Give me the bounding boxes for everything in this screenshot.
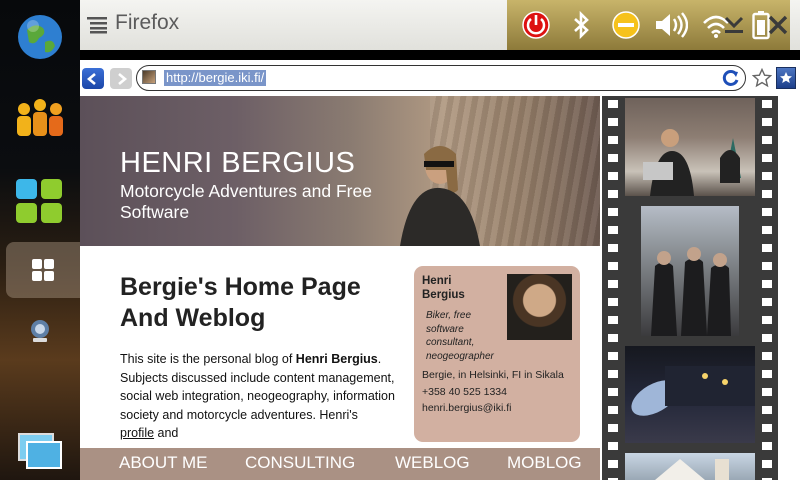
profile-card: Henri Bergius Biker, free software consu… [414, 266, 580, 442]
card-tagline: Biker, free software consultant, neogeog… [426, 310, 494, 362]
connectivity-icon[interactable] [0, 314, 80, 348]
star-icon[interactable] [752, 68, 772, 88]
web-page: HENRI BERGIUS Motorcycle Adventures and … [80, 96, 800, 480]
url-text[interactable]: http://bergie.iki.fi/ [164, 70, 267, 86]
card-location: Bergie, in Helsinki, FI in Sikala [422, 369, 564, 381]
avatar [507, 274, 572, 340]
task-switcher-icon[interactable] [0, 426, 80, 474]
apps-icon[interactable] [0, 174, 80, 228]
bluetooth-icon [563, 7, 599, 43]
nav-consulting[interactable]: CONSULTING [245, 453, 355, 473]
contacts-icon[interactable] [0, 92, 80, 142]
filmstrip-photo[interactable] [625, 453, 755, 480]
card-email[interactable]: henri.bergius@iki.fi [422, 400, 577, 417]
profile-link[interactable]: profile [120, 426, 154, 440]
site-subtitle: Motorcycle Adventures and Free Software [120, 181, 372, 222]
filmstrip-photo[interactable] [641, 206, 739, 336]
forward-button[interactable] [110, 68, 132, 89]
close-icon[interactable] [762, 9, 794, 41]
intro-text: and [154, 426, 179, 440]
nav-about-me[interactable]: ABOUT ME [119, 453, 207, 473]
url-input[interactable]: http://bergie.iki.fi/ [136, 65, 746, 91]
navigation-bar: http://bergie.iki.fi/ [80, 60, 800, 96]
chevron-down-icon[interactable] [718, 9, 750, 41]
power-icon [518, 7, 554, 43]
globe-icon[interactable] [0, 10, 80, 64]
filmstrip-photo[interactable] [625, 98, 755, 196]
title-bar: Firefox [80, 0, 800, 50]
intro-paragraph: This site is the personal blog of Henri … [120, 350, 395, 443]
window-controls [710, 0, 800, 50]
site-banner: HENRI BERGIUS Motorcycle Adventures and … [80, 96, 600, 246]
filmstrip-photo[interactable] [625, 346, 755, 443]
volume-icon [653, 7, 689, 43]
intro-text: This site is the personal blog of [120, 352, 296, 366]
page-heading: Bergie's Home Page And Weblog [120, 273, 361, 332]
card-name: Henri Bergius [422, 275, 465, 301]
bookmarks-icon[interactable] [776, 67, 796, 89]
site-title: HENRI BERGIUS [120, 147, 356, 179]
filmstrip-background [602, 96, 778, 480]
menu-icon[interactable] [87, 16, 107, 34]
app-sidebar [0, 0, 80, 480]
device-screen: Firefox http://bergie.iki.fi/ HENRI BERG… [0, 0, 800, 480]
film-perforations [608, 100, 618, 480]
presence-icon [608, 7, 644, 43]
nav-weblog[interactable]: WEBLOG [395, 453, 470, 473]
banner-person-photo [400, 146, 480, 246]
dashboard-icon[interactable] [6, 242, 80, 298]
nav-moblog[interactable]: MOBLOG [507, 453, 582, 473]
card-phone: +358 40 525 1334 [422, 385, 507, 398]
back-button[interactable] [82, 68, 104, 89]
intro-name: Henri Bergius [295, 352, 378, 366]
card-contact: Bergie, in Helsinki, FI in Sikala +358 4… [422, 367, 577, 417]
film-perforations [762, 100, 772, 480]
site-favicon [142, 70, 156, 84]
photo-filmstrip [600, 96, 800, 480]
app-title[interactable]: Firefox [115, 11, 179, 35]
reload-icon[interactable] [722, 69, 740, 87]
